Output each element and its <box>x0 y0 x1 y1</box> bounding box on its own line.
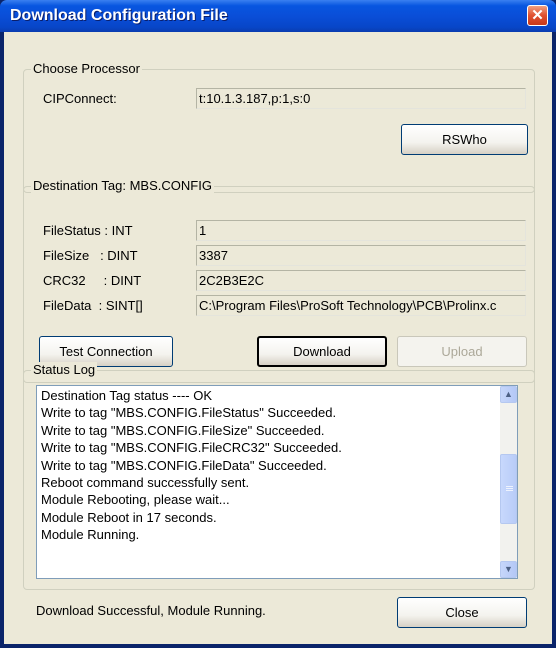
filedata-label: FileData : SINT[] <box>43 298 143 313</box>
status-log-listbox[interactable]: Destination Tag status ---- OK Write to … <box>36 385 518 579</box>
rswho-button[interactable]: RSWho <box>401 124 528 155</box>
filesize-label: FileSize : DINT <box>43 248 138 263</box>
dialog-title: Download Configuration File <box>10 7 228 24</box>
log-line: Module Running. <box>41 527 140 543</box>
log-line: Write to tag "MBS.CONFIG.FileSize" Succe… <box>41 422 325 438</box>
destination-tag-legend: Destination Tag: MBS.CONFIG <box>31 178 214 193</box>
scrollbar-thumb[interactable] <box>500 454 517 524</box>
log-line: Write to tag "MBS.CONFIG.FileCRC32" Succ… <box>41 440 342 456</box>
thumb-grip <box>506 488 513 489</box>
crc32-field[interactable]: 2C2B3E2C <box>196 270 526 291</box>
thumb-grip <box>506 486 513 487</box>
chevron-down-icon[interactable]: ▼ <box>500 561 517 578</box>
status-message: Download Successful, Module Running. <box>36 603 266 618</box>
log-line: Write to tag "MBS.CONFIG.FileStatus" Suc… <box>41 405 337 421</box>
log-line: Reboot command successfully sent. <box>41 475 250 491</box>
crc32-label: CRC32 : DINT <box>43 273 142 288</box>
upload-button[interactable]: Upload <box>397 336 527 367</box>
log-line: Destination Tag status ---- OK <box>41 388 212 403</box>
log-scrollbar[interactable]: ▲ ▼ <box>500 386 517 578</box>
dialog-client-area: Choose Processor CIPConnect: t:10.1.3.18… <box>4 32 552 644</box>
download-button[interactable]: Download <box>257 336 387 367</box>
log-line: Module Rebooting, please wait... <box>41 492 230 508</box>
filestatus-field[interactable]: 1 <box>196 220 526 241</box>
chevron-up-icon[interactable]: ▲ <box>500 386 517 403</box>
filesize-field[interactable]: 3387 <box>196 245 526 266</box>
title-bar[interactable]: Download Configuration File ✕ <box>0 0 556 32</box>
filedata-field[interactable]: C:\Program Files\ProSoft Technology\PCB\… <box>196 295 526 316</box>
log-line: Module Reboot in 17 seconds. <box>41 509 217 525</box>
choose-processor-legend: Choose Processor <box>31 61 142 76</box>
close-button[interactable]: Close <box>397 597 527 628</box>
status-log-lines: Destination Tag status ---- OK Write to … <box>41 387 493 544</box>
cipconnect-label: CIPConnect: <box>43 91 117 106</box>
status-log-legend: Status Log <box>31 362 98 377</box>
dialog-window: Download Configuration File ✕ Choose Pro… <box>0 0 556 648</box>
cipconnect-field[interactable]: t:10.1.3.187,p:1,s:0 <box>196 88 526 109</box>
thumb-grip <box>506 490 513 491</box>
log-line: Write to tag "MBS.CONFIG.FileData" Succe… <box>41 457 327 473</box>
filestatus-label: FileStatus : INT <box>43 223 133 238</box>
close-icon[interactable]: ✕ <box>527 5 548 26</box>
